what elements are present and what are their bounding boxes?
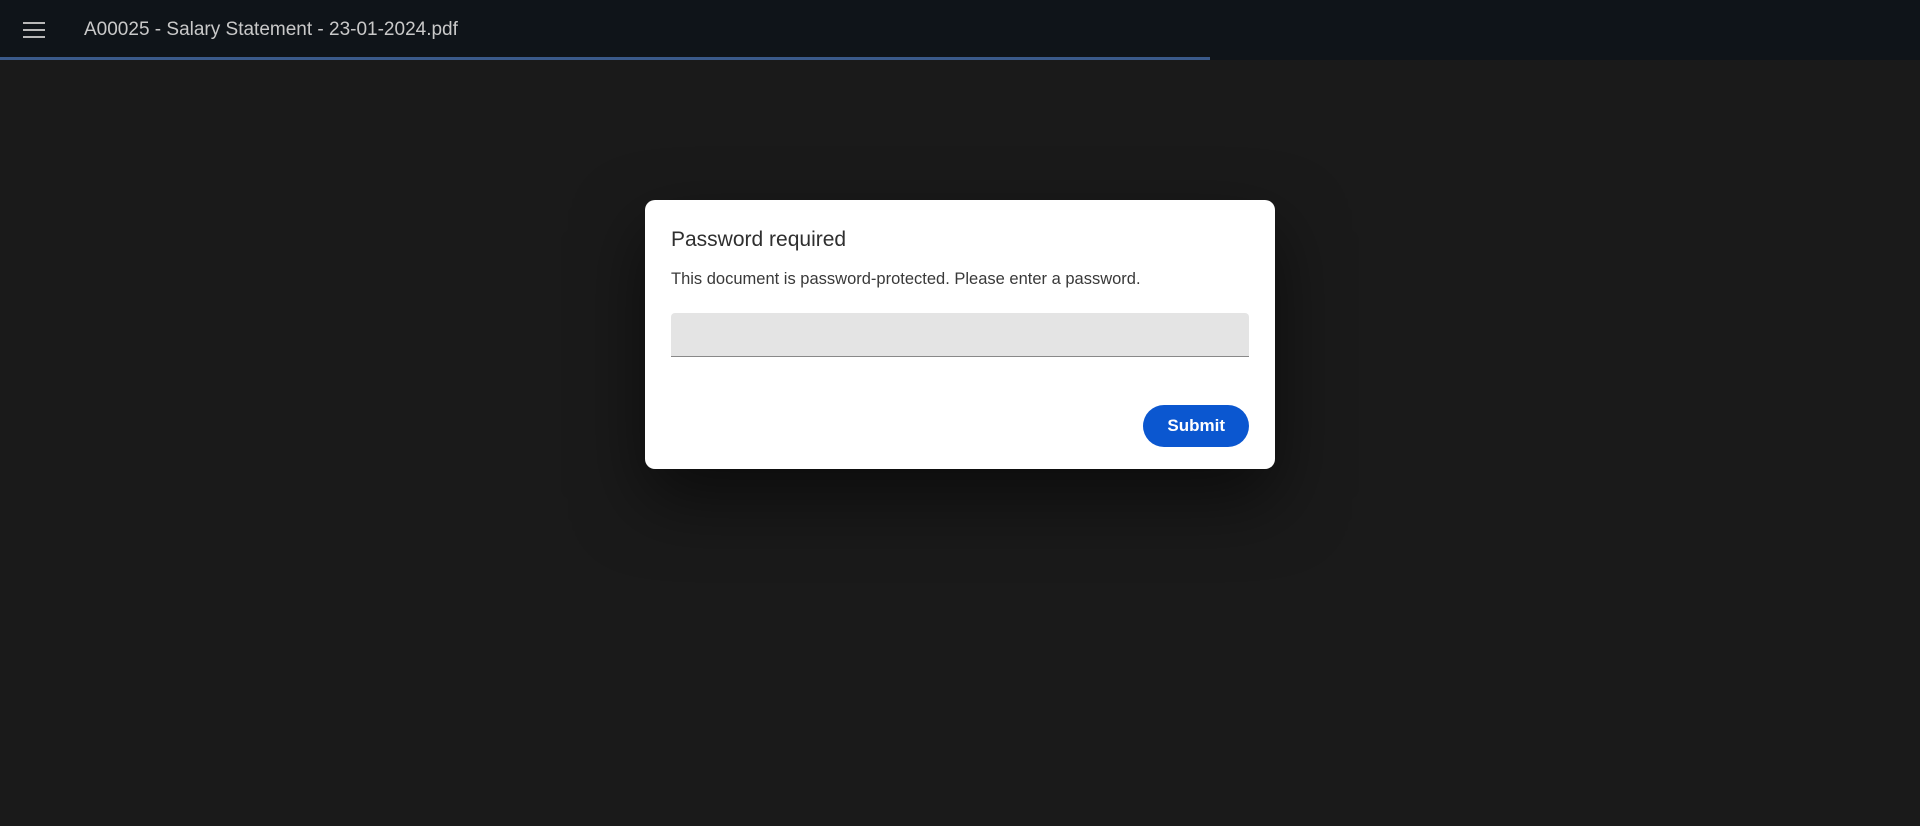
loading-progress-bar (0, 57, 1210, 60)
password-input[interactable] (671, 313, 1249, 357)
submit-button[interactable]: Submit (1143, 405, 1249, 447)
dialog-title: Password required (671, 228, 1249, 252)
password-dialog: Password required This document is passw… (645, 200, 1275, 469)
header-bar: A00025 - Salary Statement - 23-01-2024.p… (0, 0, 1920, 60)
dialog-message: This document is password-protected. Ple… (671, 270, 1249, 289)
file-title: A00025 - Salary Statement - 23-01-2024.p… (84, 19, 458, 41)
dialog-actions: Submit (671, 405, 1249, 447)
hamburger-menu-icon[interactable] (16, 12, 52, 48)
content-area: Password required This document is passw… (0, 60, 1920, 469)
